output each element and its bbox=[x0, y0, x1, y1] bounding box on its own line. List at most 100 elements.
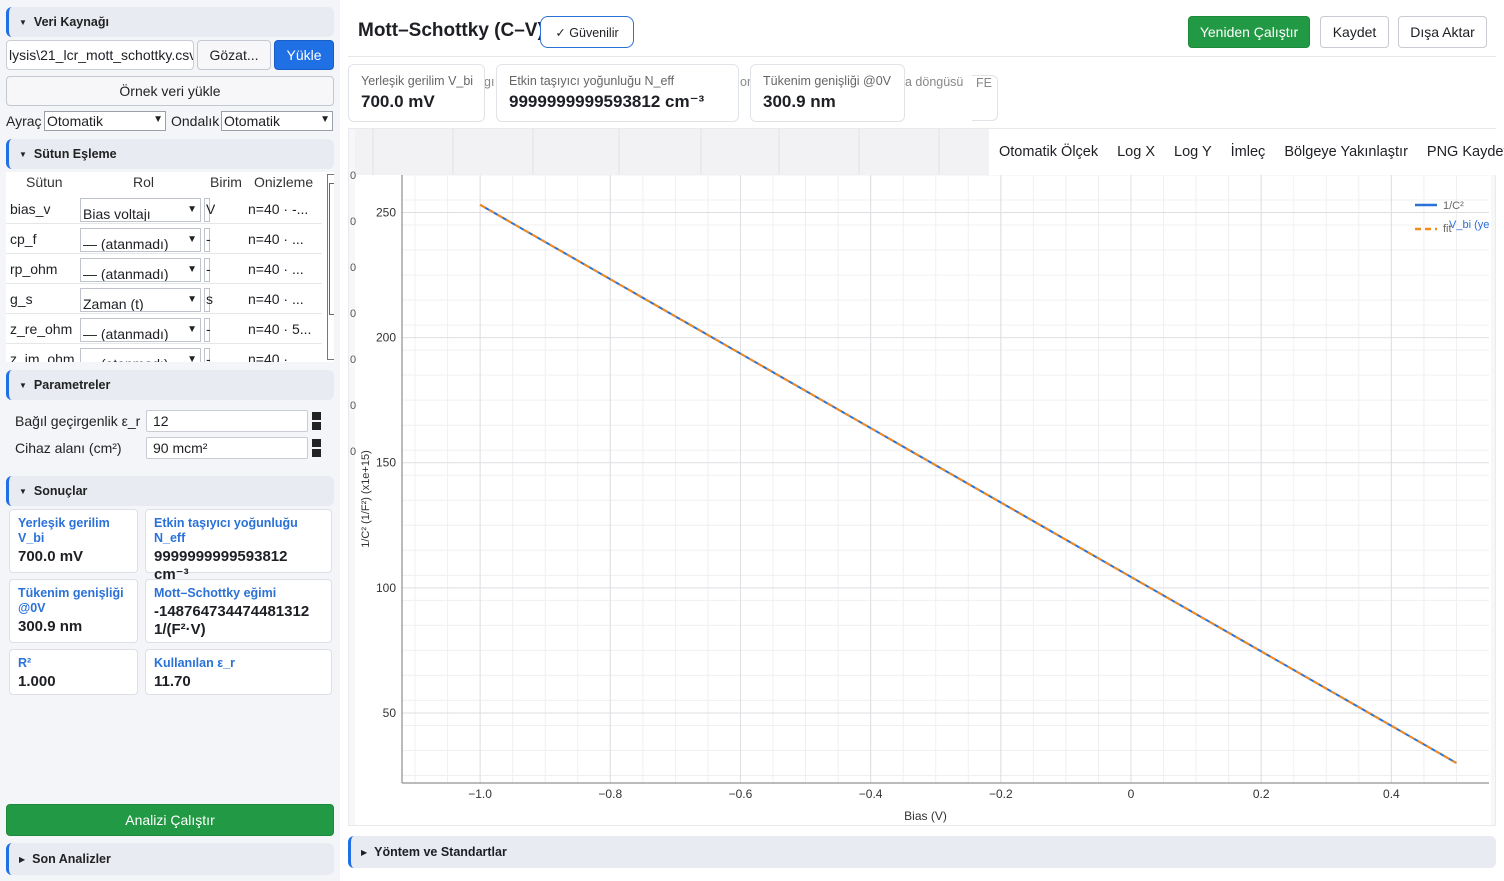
dropdown-arrow-icon: ▼ bbox=[187, 324, 197, 335]
table-row: g_s Zaman (t) ▼ s n=40 · ... bbox=[6, 284, 322, 314]
metric-value: 700.0 mV bbox=[361, 92, 435, 111]
metric-value: 9999999999593812 cm⁻³ bbox=[509, 92, 705, 111]
x-tick-label: 0 bbox=[1128, 787, 1135, 801]
scrollbar-thumb[interactable] bbox=[329, 183, 334, 315]
mott-schottky-chart[interactable]: 0 0 0 0 0 0 0 −1.0 −0.8 −0.6 −0.4 −0.2 0 0.2 0.4 50 100 1… bbox=[349, 129, 1497, 827]
separator-select[interactable]: Otomatik ▼ bbox=[44, 111, 166, 131]
dropdown-arrow-icon: ▼ bbox=[187, 204, 197, 215]
dropdown-arrow-icon: ▼ bbox=[187, 234, 197, 245]
rerun-button[interactable]: Yeniden Çalıştır bbox=[1188, 16, 1310, 48]
legend-label: V_bi (ye bbox=[1449, 219, 1489, 231]
column-name: z_re_ohm bbox=[10, 321, 73, 337]
metric-ghost-text: a döngüsü bbox=[905, 75, 964, 89]
unit-value: - bbox=[206, 321, 211, 337]
section-data-source[interactable]: ▼ Veri Kaynağı bbox=[6, 7, 334, 37]
load-button[interactable]: Yükle bbox=[274, 40, 334, 70]
column-mapping-table: Sütun Rol Birim Onizleme bias_v Bias volt… bbox=[6, 172, 334, 362]
column-name: g_s bbox=[10, 291, 33, 307]
result-label: Tükenim genişliği @0V bbox=[18, 586, 124, 615]
result-label: Mott–Schottky eğimi bbox=[154, 586, 277, 600]
chart-container[interactable]: 0 0 0 0 0 0 0 −1.0 −0.8 −0.6 −0.4 −0.2 0 0.2 0.4 50 100 1… bbox=[348, 128, 1504, 827]
section-column-mapping[interactable]: ▼ Sütun Eşleme bbox=[6, 139, 334, 169]
section-recent-analyses[interactable]: ▶ Son Analizler bbox=[6, 843, 334, 875]
cursor-button[interactable]: İmleç bbox=[1231, 144, 1266, 160]
metric-ghost-text: FE bbox=[972, 75, 998, 121]
zoom-region-button[interactable]: Bölgeye Yakınlaştır bbox=[1284, 144, 1408, 160]
unit-value: - bbox=[206, 231, 211, 247]
y-tick-label: 50 bbox=[383, 706, 397, 720]
role-value: — (atanmadı) bbox=[83, 236, 169, 252]
background-tick-label: 0 bbox=[350, 262, 356, 274]
preview-value: n=40 · ... bbox=[248, 291, 304, 307]
export-button[interactable]: Dışa Aktar bbox=[1398, 16, 1487, 48]
decimal-select[interactable]: Otomatik ▼ bbox=[221, 111, 333, 131]
column-name: z_im_ohm bbox=[10, 351, 75, 362]
header-divider bbox=[348, 56, 1496, 57]
left-panel: ▼ Veri Kaynağı lysis\21_lcr_mott_schottk… bbox=[0, 0, 340, 881]
role-value: — (atanmadı) bbox=[83, 266, 169, 282]
background-tick-label: 0 bbox=[350, 354, 356, 366]
run-analysis-button[interactable]: Analizi Çalıştır bbox=[6, 804, 334, 836]
dropdown-arrow-icon: ▼ bbox=[320, 114, 330, 125]
metric-card-vbi: Yerleşik gerilim V_bi 700.0 mV bbox=[348, 64, 485, 122]
area-input[interactable]: 90 mcm² bbox=[146, 437, 308, 459]
dropdown-arrow-icon: ▼ bbox=[153, 114, 163, 125]
x-tick-label: 0.2 bbox=[1253, 787, 1270, 801]
column-header: Onizleme bbox=[254, 174, 314, 190]
load-sample-button[interactable]: Örnek veri yükle bbox=[6, 76, 334, 106]
section-title: Son Analizler bbox=[32, 852, 111, 866]
metric-ghost-text: gı bbox=[484, 75, 495, 89]
result-label: Etkin taşıyıcı yoğunluğu N_eff bbox=[154, 516, 298, 545]
preview-value: n=40 · ... bbox=[248, 231, 304, 247]
permittivity-stepper[interactable] bbox=[312, 412, 322, 432]
reliability-badge[interactable]: ✓ Güvenilir bbox=[540, 16, 634, 48]
metric-card-depletion: Tükenim genişliği @0V 300.9 nm bbox=[750, 64, 905, 122]
table-row: z_im_ohm — (atanmadı) ▼ - n=40 · bbox=[6, 344, 322, 362]
permittivity-input[interactable]: 12 bbox=[146, 410, 308, 432]
role-value: Bias voltajı bbox=[83, 206, 151, 222]
unit-value: V bbox=[206, 201, 216, 217]
column-header: Sütun bbox=[26, 174, 63, 190]
role-select[interactable]: — (atanmadı) ▼ bbox=[80, 228, 201, 252]
main-panel: Mott–Schottky (C–V) ✓ Güvenilir Yeniden … bbox=[340, 0, 1504, 881]
save-button[interactable]: Kaydet bbox=[1320, 16, 1389, 48]
permittivity-label: Bağıl geçirgenlik ε_r bbox=[15, 413, 141, 429]
browse-button[interactable]: Gözat... bbox=[197, 40, 271, 70]
dropdown-arrow-icon: ▼ bbox=[187, 264, 197, 275]
area-stepper[interactable] bbox=[312, 439, 322, 459]
log-x-button[interactable]: Log X bbox=[1117, 144, 1155, 160]
section-methods-standards[interactable]: ▶ Yöntem ve Standartlar bbox=[348, 836, 1496, 868]
section-title: Yöntem ve Standartlar bbox=[374, 845, 507, 859]
result-card-slope: Mott–Schottky eğimi -148764734474481312 … bbox=[145, 579, 332, 643]
save-png-button[interactable]: PNG Kaydet bbox=[1427, 144, 1504, 160]
role-select[interactable]: Bias voltajı ▼ bbox=[80, 198, 201, 222]
metric-card-neff: Etkin taşıyıcı yoğunluğu N_eff 999999999… bbox=[496, 64, 739, 122]
table-row: rp_ohm — (atanmadı) ▼ - n=40 · ... bbox=[6, 254, 322, 284]
expand-icon: ▶ bbox=[19, 854, 26, 864]
table-scrollbar[interactable] bbox=[327, 174, 334, 360]
y-tick-label: 100 bbox=[376, 581, 396, 595]
background-tick-label: 0 bbox=[350, 216, 356, 228]
section-parameters[interactable]: ▼ Parametreler bbox=[6, 370, 334, 400]
chart-toolbar: Otomatik Ölçek Log X Log Y İmleç Bölgeye Yak… bbox=[989, 129, 1504, 175]
section-results[interactable]: ▼ Sonuçlar bbox=[6, 476, 334, 506]
column-name: cp_f bbox=[10, 231, 37, 247]
section-title: Sütun Eşleme bbox=[33, 147, 117, 161]
metric-label: Etkin taşıyıcı yoğunluğu N_eff bbox=[509, 74, 675, 88]
role-select[interactable]: Zaman (t) ▼ bbox=[80, 288, 201, 312]
role-select[interactable]: — (atanmadı) ▼ bbox=[80, 258, 201, 282]
role-select[interactable]: — (atanmadı) ▼ bbox=[80, 348, 201, 362]
dropdown-arrow-icon: ▼ bbox=[187, 354, 197, 362]
separator-value: Otomatik bbox=[47, 113, 104, 129]
column-name: bias_v bbox=[10, 201, 51, 217]
role-value: Zaman (t) bbox=[83, 296, 144, 312]
metric-label: Tükenim genişliği @0V bbox=[763, 74, 892, 88]
file-path-input[interactable]: lysis\21_lcr_mott_schottky.csv bbox=[6, 40, 194, 70]
log-y-button[interactable]: Log Y bbox=[1174, 144, 1212, 160]
role-select[interactable]: — (atanmadı) ▼ bbox=[80, 318, 201, 342]
autoscale-button[interactable]: Otomatik Ölçek bbox=[999, 144, 1098, 160]
result-label: Yerleşik gerilim V_bi bbox=[18, 516, 110, 545]
collapse-icon: ▼ bbox=[19, 17, 27, 27]
collapse-icon: ▼ bbox=[19, 486, 27, 496]
collapse-icon: ▼ bbox=[19, 380, 27, 390]
